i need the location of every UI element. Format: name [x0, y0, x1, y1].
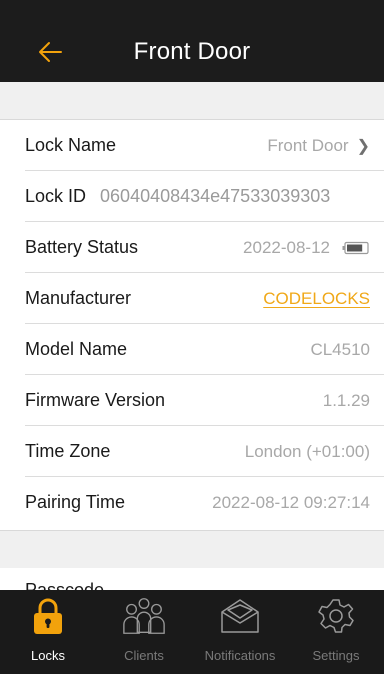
tab-settings-label: Settings: [312, 648, 360, 663]
tab-notifications-label: Notifications: [204, 648, 276, 663]
model-name-value: CL4510: [310, 339, 370, 359]
gear-icon: [313, 596, 359, 636]
lock-name-row[interactable]: Lock Name Front Door ❯: [0, 120, 384, 171]
people-icon: [121, 596, 167, 636]
lock-id-row: Lock ID 06040408434e47533039303: [0, 171, 384, 222]
tab-clients[interactable]: Clients: [96, 590, 192, 674]
partially-visible-row[interactable]: Passcode: [0, 568, 384, 590]
section-separator: [0, 530, 384, 568]
tab-notifications[interactable]: Notifications: [192, 590, 288, 674]
firmware-version-value: 1.1.29: [322, 390, 370, 410]
pairing-time-value: 2022-08-12 09:27:14: [212, 492, 370, 512]
lock-id-value: 06040408434e47533039303: [100, 186, 331, 206]
model-name-label: Model Name: [25, 339, 128, 359]
manufacturer-row: Manufacturer CODELOCKS: [0, 273, 384, 324]
tab-bar: Locks Clients Notifications Settings: [0, 590, 384, 674]
tab-locks[interactable]: Locks: [0, 590, 96, 674]
battery-status-value-wrap: 2022-08-12: [243, 238, 370, 258]
status-bar: [0, 0, 384, 22]
envelope-icon: [217, 596, 263, 636]
padlock-icon: [25, 596, 71, 636]
tab-settings[interactable]: Settings: [288, 590, 384, 674]
section-separator: [0, 82, 384, 120]
pairing-time-label: Pairing Time: [25, 492, 126, 512]
time-zone-label: Time Zone: [25, 441, 111, 461]
lock-id-label: Lock ID: [25, 186, 87, 206]
lock-name-label: Lock Name: [25, 135, 117, 155]
manufacturer-label: Manufacturer: [25, 288, 132, 308]
navigation-bar: Front Door: [0, 22, 384, 82]
firmware-version-label: Firmware Version: [25, 390, 166, 410]
battery-icon: [342, 241, 370, 255]
page-title: Front Door: [133, 38, 251, 65]
firmware-version-row: Firmware Version 1.1.29: [0, 375, 384, 426]
tab-clients-label: Clients: [124, 648, 164, 663]
battery-status-date: 2022-08-12: [243, 237, 330, 257]
lock-details-list: Lock Name Front Door ❯ Lock ID 060404084…: [0, 120, 384, 528]
tab-locks-label: Locks: [31, 648, 65, 663]
time-zone-value: London (+01:00): [244, 441, 370, 461]
battery-status-row: Battery Status 2022-08-12: [0, 222, 384, 273]
pairing-time-row: Pairing Time 2022-08-12 09:27:14: [0, 477, 384, 528]
lock-name-value-wrap: Front Door ❯: [267, 136, 370, 156]
time-zone-row: Time Zone London (+01:00): [0, 426, 384, 477]
partial-row-label: Passcode: [25, 580, 105, 590]
model-name-row: Model Name CL4510: [0, 324, 384, 375]
battery-status-label: Battery Status: [25, 237, 139, 257]
lock-name-value: Front Door: [267, 135, 349, 155]
chevron-right-icon: ❯: [356, 137, 370, 155]
manufacturer-link[interactable]: CODELOCKS: [263, 289, 370, 309]
